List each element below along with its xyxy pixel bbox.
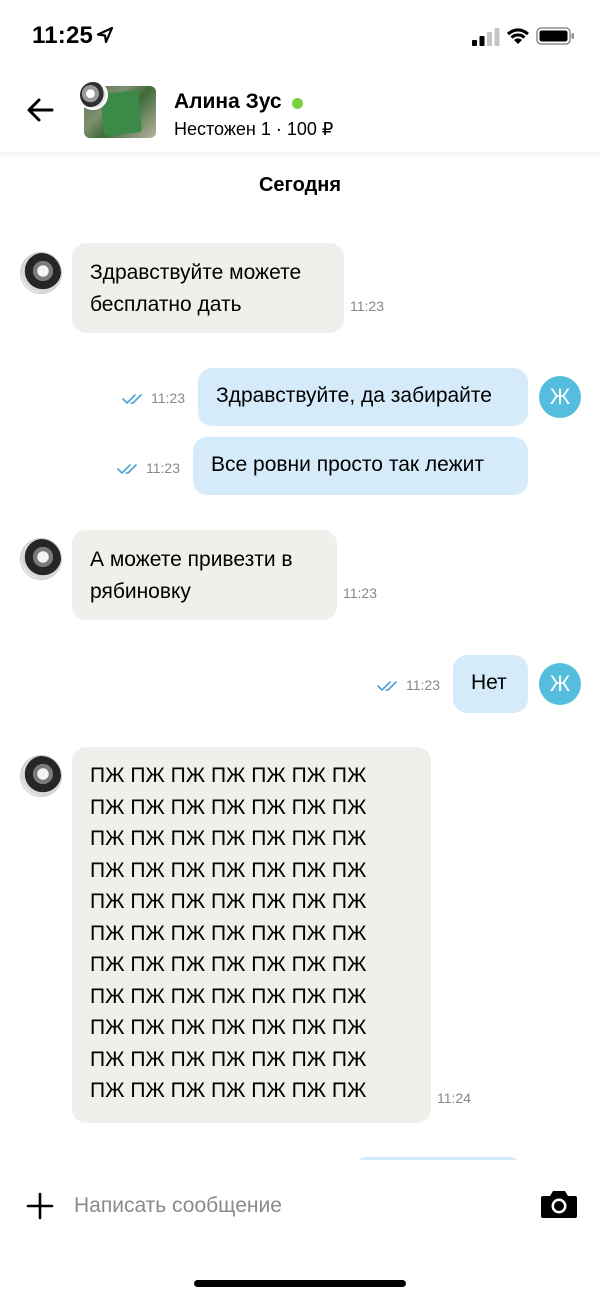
camera-icon[interactable] [540,1188,578,1220]
read-ticks-icon [377,681,397,691]
read-ticks-icon [122,394,142,404]
status-time: 11:25 [32,22,94,49]
contact-avatar[interactable] [20,538,62,580]
contact-avatar[interactable] [20,252,62,294]
message-bubble-incoming[interactable]: А можете привезти в рябиновку [72,530,337,620]
message-input[interactable] [74,1186,514,1226]
battery-icon [536,27,574,45]
my-avatar[interactable]: Ж [539,376,581,418]
date-separator: Сегодня [258,174,342,196]
message-time: 11:24 [437,1090,471,1106]
message-time: 11:23 [350,298,384,314]
wifi-icon [507,28,529,44]
product-info[interactable]: Нестожен 1 · 100 ₽ [174,119,333,140]
online-status-dot [292,98,303,109]
message-time: 11:23 [343,585,377,601]
home-indicator[interactable] [194,1280,406,1287]
message-bubble-incoming[interactable]: Здравствуйте можете бесплатно дать [72,243,344,333]
message-bubble-outgoing[interactable]: Здравствуйте, да забирайте [198,368,528,426]
chat-area[interactable]: Сегодня Здравствуйте можете бесплатно да… [0,152,600,1167]
plus-icon[interactable] [26,1192,54,1220]
back-arrow-icon[interactable] [24,94,56,126]
status-bar: 11:25 [0,0,600,72]
message-bubble-outgoing[interactable]: Все ровни просто так лежит [193,437,528,495]
contact-avatar [78,80,108,110]
chat-header: Алина Зус Нестожен 1 · 100 ₽ [0,72,600,152]
message-input-bar [0,1160,600,1297]
message-time: 11:23 [406,677,440,693]
message-time: 11:23 [151,390,185,406]
read-ticks-icon [117,464,137,474]
location-arrow-icon [96,26,114,44]
contact-name[interactable]: Алина Зус [174,90,282,114]
my-avatar[interactable]: Ж [539,663,581,705]
signal-icon [472,28,500,46]
message-bubble-incoming[interactable]: ПЖ ПЖ ПЖ ПЖ ПЖ ПЖ ПЖ ПЖ ПЖ ПЖ ПЖ ПЖ ПЖ П… [72,747,431,1123]
message-time: 11:23 [146,460,180,476]
message-bubble-outgoing[interactable]: Нет [453,655,528,713]
contact-avatar[interactable] [20,755,62,797]
